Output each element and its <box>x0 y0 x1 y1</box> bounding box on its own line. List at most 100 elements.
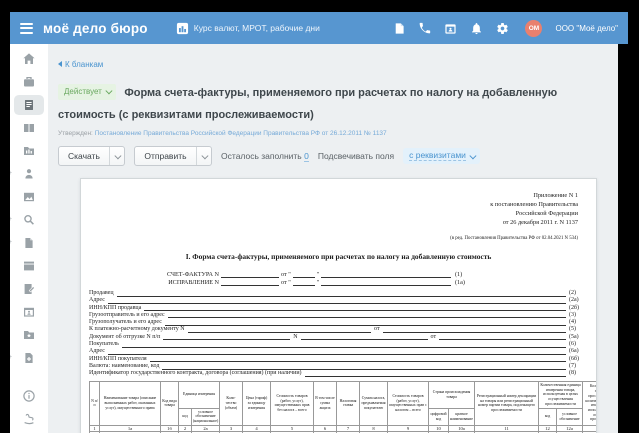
calendar-person-icon <box>22 305 36 319</box>
field-number: (3) <box>566 312 588 319</box>
back-link[interactable]: К бланкам <box>58 60 103 69</box>
sidebar-item-edit-document[interactable] <box>17 282 41 296</box>
sidebar-item-document[interactable]: + <box>17 236 41 250</box>
table-header-cell: Регистрационный номер декларации на това… <box>475 381 539 425</box>
sidebar-item-info[interactable] <box>17 389 41 403</box>
folder-chart-icon <box>22 144 36 158</box>
form-line: СЧЕТ-ФАКТУРА Nот ""(1) <box>137 270 475 278</box>
form-line: Покупатель(6) <box>89 340 588 347</box>
image-chart-icon <box>22 190 36 204</box>
back-arrow-icon <box>58 61 62 67</box>
form-line: Валюта: наименование, код(7) <box>89 362 588 369</box>
send-button[interactable]: Отправить <box>134 146 212 166</box>
table-header-cell: код <box>179 408 192 425</box>
table-header-cell: В том числе сумма акциза <box>314 381 337 425</box>
gear-icon[interactable] <box>496 22 509 35</box>
blank-line <box>293 271 315 278</box>
highlight-value-dropdown[interactable]: с реквизитами <box>403 148 480 164</box>
sidebar-item-documents[interactable] <box>17 98 41 112</box>
main-content: К бланкам Действует Форма счета-фактуры,… <box>48 44 618 433</box>
sidebar-item-image-chart[interactable] <box>17 190 41 204</box>
app-window: моё дело бюро Курс валют, МРОТ, рабочие … <box>10 12 628 433</box>
menu-icon[interactable] <box>20 23 33 34</box>
rates-button[interactable]: Курс валют, МРОТ, рабочие дни <box>170 21 326 36</box>
calendar-icon[interactable] <box>444 22 457 35</box>
sidebar-item-book[interactable] <box>17 121 41 135</box>
sidebar-item-calendar-person[interactable] <box>17 305 41 319</box>
sidebar-item-search[interactable]: + <box>17 213 41 227</box>
rates-button-label: Курс валют, МРОТ, рабочие дни <box>194 23 320 33</box>
blank-line <box>122 341 566 348</box>
form-line: Грузополучатель и его адрес(4) <box>89 318 588 325</box>
field-number: (5) <box>566 326 588 333</box>
appendix-line: Российской Федерации <box>89 209 578 218</box>
form-line: ИНН/КПП продавца(2б) <box>89 304 588 311</box>
topbar-actions: ОМ ООО "Моё дело" <box>392 20 618 37</box>
send-caret-icon[interactable] <box>196 147 212 165</box>
invoice-fields: Продавец(2)Адрес(2а)ИНН/КПП продавца(2б)… <box>89 289 588 377</box>
table-header-cell: Стоимость товаров (работ, услуг), имущес… <box>388 381 429 425</box>
blank-line <box>221 271 279 278</box>
plus-icon: + <box>10 239 12 246</box>
status-badge[interactable]: Действует <box>58 84 116 100</box>
sidebar-item-org[interactable]: + <box>17 167 41 181</box>
page-title: Форма счета-фактуры, применяемого при ра… <box>58 87 557 121</box>
table-header-cell: цифровой код <box>429 408 449 425</box>
download-button[interactable]: Скачать <box>58 146 125 166</box>
download-caret-icon[interactable] <box>109 147 125 165</box>
sidebar-item-briefcase[interactable] <box>17 75 41 89</box>
folder-star-icon <box>22 328 36 342</box>
blank-line <box>144 304 566 311</box>
sidebar-item-folder-chart[interactable] <box>17 144 41 158</box>
hand-icon <box>22 412 36 426</box>
chevron-down-icon <box>470 152 476 158</box>
form-line: К платежно-расчетному документу Nот(5) <box>89 326 588 333</box>
document-title: I. Форма счета-фактуры, применяемого при… <box>89 252 588 261</box>
remaining-count[interactable]: 0 <box>304 151 309 162</box>
approved-line: Утвержден: Постановление Правительства Р… <box>58 130 618 137</box>
sidebar-item-folder-star[interactable] <box>17 328 41 342</box>
briefcase-icon <box>22 75 36 89</box>
form-line: Документ об отгрузке N п/пNот(5а) <box>89 333 588 340</box>
documents-icon <box>22 98 36 112</box>
form-line: ИСПРАВЛЕНИЕ Nот ""(1а) <box>137 278 475 286</box>
invoice-table: N п/пНаименование товара (описание выпол… <box>89 381 597 433</box>
sidebar-item-home[interactable] <box>17 52 41 66</box>
blank-line <box>163 333 290 340</box>
field-number: (7) <box>566 363 588 370</box>
field-number: (1а) <box>451 279 475 286</box>
document-sheet: Приложение N 1к постановлению Правительс… <box>80 178 597 433</box>
plus-icon: + <box>10 170 12 177</box>
field-number: (6б) <box>566 356 588 363</box>
org-icon <box>22 167 36 181</box>
app-logo: моё дело бюро <box>43 21 148 36</box>
blank-line <box>108 348 566 355</box>
blank-line <box>221 279 279 286</box>
avatar[interactable]: ОМ <box>525 20 542 37</box>
field-number: (2) <box>566 290 588 297</box>
table-header-cell: Стоимость товаров (работ, услуг), имущес… <box>271 381 314 425</box>
sidebar: + + + + + <box>10 44 48 433</box>
search-icon <box>22 213 36 227</box>
plus-icon: + <box>10 354 12 361</box>
form-line: Грузоотправитель и его адрес(3) <box>89 311 588 318</box>
document-icon[interactable] <box>392 22 405 35</box>
table-header-cell: краткое наименование <box>449 408 475 425</box>
sidebar-item-browser[interactable] <box>17 259 41 273</box>
table-header-cell: код <box>539 408 557 425</box>
book-icon <box>22 121 36 135</box>
approved-link[interactable]: Постановление Правительства Российской Ф… <box>95 130 387 137</box>
highlight-label: Подсвечивать поля <box>318 151 394 161</box>
appendix-line: к постановлению Правительства <box>89 200 578 209</box>
table-header-cell: Сумма налога, предъявляемая покупателю <box>360 381 388 425</box>
chart-icon <box>176 22 189 35</box>
bell-icon[interactable] <box>470 22 483 35</box>
phone-icon[interactable] <box>418 22 431 35</box>
form-line: Адрес(6а) <box>89 348 588 355</box>
field-number: (8) <box>566 370 588 377</box>
sidebar-item-hand[interactable] <box>17 412 41 426</box>
blank-line <box>108 297 566 304</box>
blank-line <box>305 370 566 377</box>
company-name[interactable]: ООО "Моё дело" <box>555 24 618 33</box>
sidebar-item-document-add[interactable]: + <box>17 351 41 365</box>
